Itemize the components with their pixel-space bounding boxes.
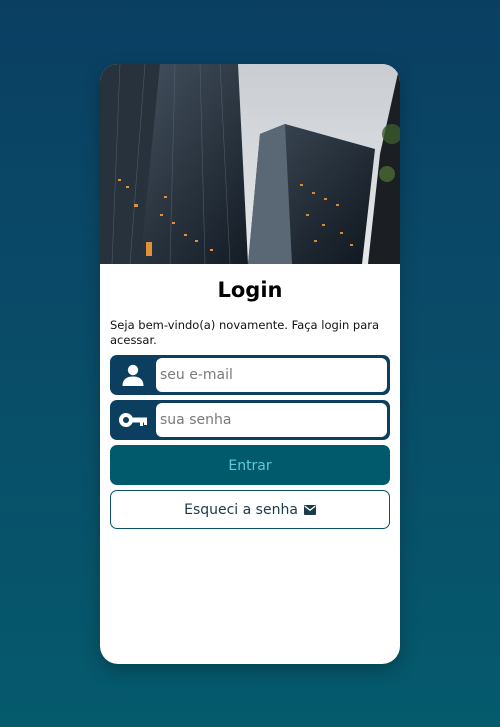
password-input[interactable] xyxy=(156,403,387,437)
password-field xyxy=(110,400,390,440)
page-title: Login xyxy=(217,278,283,302)
forgot-password-label: Esqueci a senha xyxy=(184,501,298,518)
forgot-password-button[interactable]: Esqueci a senha xyxy=(110,490,390,529)
key-icon xyxy=(110,400,156,440)
user-icon xyxy=(110,355,156,395)
welcome-text: Seja bem-vindo(a) novamente. Faça login … xyxy=(110,318,380,347)
email-input[interactable] xyxy=(156,358,387,392)
email-field xyxy=(110,355,390,395)
login-card: Login Seja bem-vindo(a) novamente. Faça … xyxy=(100,64,400,664)
login-button[interactable]: Entrar xyxy=(110,445,390,485)
hero-image xyxy=(100,64,400,264)
envelope-icon xyxy=(303,504,316,515)
